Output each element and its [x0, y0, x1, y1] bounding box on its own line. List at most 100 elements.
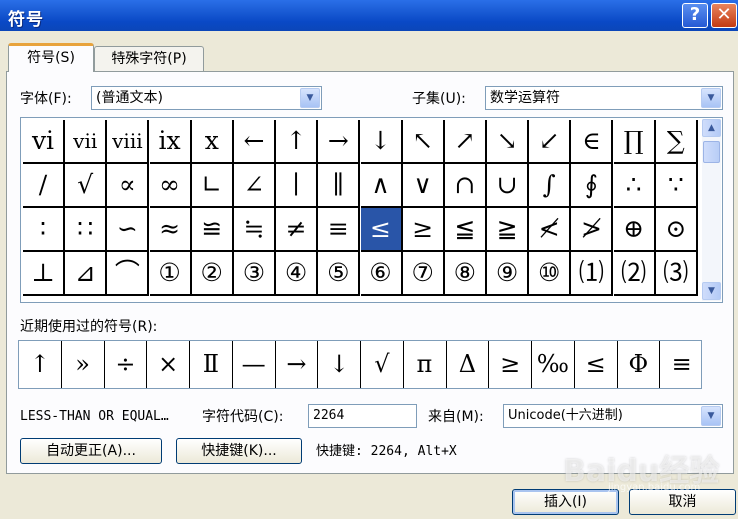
tab-symbols[interactable]: 符号(S) [8, 43, 94, 72]
close-button[interactable]: ✕ [711, 3, 737, 28]
symbol-cell[interactable]: ≥ [402, 208, 445, 252]
recent-symbol-cell[interactable]: ↑ [19, 341, 62, 388]
symbol-cell[interactable]: ⊙ [655, 208, 698, 252]
symbol-cell[interactable]: x [191, 120, 234, 164]
symbol-cell[interactable]: ∠ [233, 164, 276, 208]
symbol-cell[interactable]: ⑤ [318, 252, 361, 296]
close-icon: ✕ [716, 4, 732, 25]
symbol-cell[interactable]: ∧ [360, 164, 403, 208]
symbol-cell[interactable]: ③ [233, 252, 276, 296]
symbol-cell[interactable]: ⑨ [487, 252, 530, 296]
symbol-cell[interactable]: ∮ [571, 164, 614, 208]
shortcut-key-button[interactable]: 快捷键(K)... [176, 438, 302, 464]
symbol-cell[interactable]: → [318, 120, 361, 164]
recent-symbol-cell[interactable]: ‰ [532, 341, 575, 388]
symbol-cell[interactable]: ≮ [529, 208, 572, 252]
scroll-up-button[interactable]: ▲ [702, 119, 721, 137]
symbol-cell[interactable]: ∷ [65, 208, 108, 252]
scroll-down-button[interactable]: ▼ [702, 282, 721, 300]
symbol-cell[interactable]: ∈ [571, 120, 614, 164]
recent-symbol-cell[interactable]: → [276, 341, 319, 388]
symbol-cell[interactable]: ⑦ [402, 252, 445, 296]
chevron-down-icon[interactable]: ▼ [701, 406, 721, 426]
recent-symbol-cell[interactable]: × [147, 341, 190, 388]
symbol-cell[interactable]: ⑶ [655, 252, 698, 296]
recent-symbol-cell[interactable]: ≡ [660, 341, 703, 388]
symbol-cell[interactable]: ↗ [444, 120, 487, 164]
symbol-cell[interactable]: ≒ [233, 208, 276, 252]
recent-symbol-cell[interactable]: √ [361, 341, 404, 388]
symbol-cell[interactable]: ⑧ [444, 252, 487, 296]
scroll-thumb[interactable] [703, 141, 720, 163]
symbol-cell[interactable]: ↙ [529, 120, 572, 164]
symbol-cell[interactable]: ⊥ [23, 252, 65, 296]
recent-symbol-cell[interactable]: ≥ [489, 341, 532, 388]
recent-symbol-cell[interactable]: — [233, 341, 276, 388]
symbol-grid: vi vii viii ix x ← ↑ → ↓ ↖ ↗ ↘ ↙ ∈ ∏ ∑ ∕ √ ∝ ∞ ∟ ∠ ∣ ∥ ∧ ∨ ∩ ∪ ∫ ∮ ∴ ∵ ∶… [23, 120, 699, 296]
from-select[interactable]: Unicode(十六进制) ▼ [503, 404, 723, 428]
symbol-cell[interactable]: ≈ [149, 208, 192, 252]
symbol-cell[interactable]: ≠ [276, 208, 319, 252]
symbol-cell[interactable]: ∵ [655, 164, 698, 208]
recent-symbol-cell[interactable]: Φ [618, 341, 661, 388]
symbol-cell[interactable]: ④ [276, 252, 319, 296]
symbol-cell[interactable]: ∽ [107, 208, 150, 252]
symbol-cell[interactable]: ≡ [318, 208, 361, 252]
symbol-cell[interactable]: ∴ [613, 164, 656, 208]
symbol-cell[interactable]: ∶ [23, 208, 65, 252]
symbol-cell[interactable]: ⌒ [107, 252, 150, 296]
symbol-cell[interactable]: ⑵ [613, 252, 656, 296]
help-button[interactable]: ? [682, 3, 708, 28]
recent-symbol-cell[interactable]: ≤ [575, 341, 618, 388]
symbol-cell[interactable]: ② [191, 252, 234, 296]
recent-symbol-cell[interactable]: Ⅱ [190, 341, 233, 388]
symbol-cell[interactable]: ⊕ [613, 208, 656, 252]
symbol-cell[interactable]: viii [107, 120, 150, 164]
symbol-cell[interactable]: ↑ [276, 120, 319, 164]
insert-button[interactable]: 插入(I) [512, 489, 619, 515]
tab-special-characters[interactable]: 特殊字符(P) [94, 46, 204, 72]
symbol-cell[interactable]: ∨ [402, 164, 445, 208]
symbol-cell[interactable]: ∣ [276, 164, 319, 208]
symbol-cell[interactable]: vii [65, 120, 108, 164]
recent-symbol-cell[interactable]: » [62, 341, 105, 388]
symbol-cell[interactable]: vi [23, 120, 65, 164]
char-code-input[interactable]: 2264 [308, 404, 417, 428]
font-select[interactable]: (普通文本) ▼ [91, 86, 322, 110]
symbol-grid-scrollbar[interactable]: ▲ ▼ [702, 119, 721, 301]
symbol-cell[interactable]: ∪ [487, 164, 530, 208]
symbol-cell[interactable]: ≤ [360, 208, 403, 252]
chevron-down-icon[interactable]: ▼ [701, 88, 721, 108]
subset-select[interactable]: 数学运算符 ▼ [485, 86, 723, 110]
symbol-cell[interactable]: ix [149, 120, 192, 164]
symbol-cell[interactable]: ≧ [487, 208, 530, 252]
symbol-cell[interactable]: ⑥ [360, 252, 403, 296]
symbol-cell[interactable]: ≦ [444, 208, 487, 252]
symbol-cell[interactable]: √ [65, 164, 108, 208]
symbol-cell[interactable]: ↖ [402, 120, 445, 164]
symbol-cell[interactable]: ∝ [107, 164, 150, 208]
symbol-cell[interactable]: ∏ [613, 120, 656, 164]
symbol-cell[interactable]: ∟ [191, 164, 234, 208]
chevron-down-icon[interactable]: ▼ [300, 88, 320, 108]
symbol-cell[interactable]: ∞ [149, 164, 192, 208]
symbol-cell[interactable]: ≌ [191, 208, 234, 252]
symbol-cell[interactable]: ∩ [444, 164, 487, 208]
symbol-cell[interactable]: ∫ [529, 164, 572, 208]
symbol-cell[interactable]: ⑴ [571, 252, 614, 296]
symbol-cell[interactable]: ↘ [487, 120, 530, 164]
autocorrect-button[interactable]: 自动更正(A)... [20, 438, 162, 464]
recent-symbol-cell[interactable]: п [404, 341, 447, 388]
symbol-cell[interactable]: ∑ [655, 120, 698, 164]
recent-symbol-cell[interactable]: ↓ [318, 341, 361, 388]
symbol-cell[interactable]: ≯ [571, 208, 614, 252]
symbol-cell[interactable]: ∕ [23, 164, 65, 208]
symbol-cell[interactable]: ← [233, 120, 276, 164]
symbol-cell[interactable]: ↓ [360, 120, 403, 164]
recent-symbol-cell[interactable]: ÷ [105, 341, 148, 388]
symbol-cell[interactable]: ∥ [318, 164, 361, 208]
symbol-cell[interactable]: ① [149, 252, 192, 296]
symbol-cell[interactable]: ⊿ [65, 252, 108, 296]
symbol-cell[interactable]: ⑩ [529, 252, 572, 296]
recent-symbol-cell[interactable]: Δ [447, 341, 490, 388]
